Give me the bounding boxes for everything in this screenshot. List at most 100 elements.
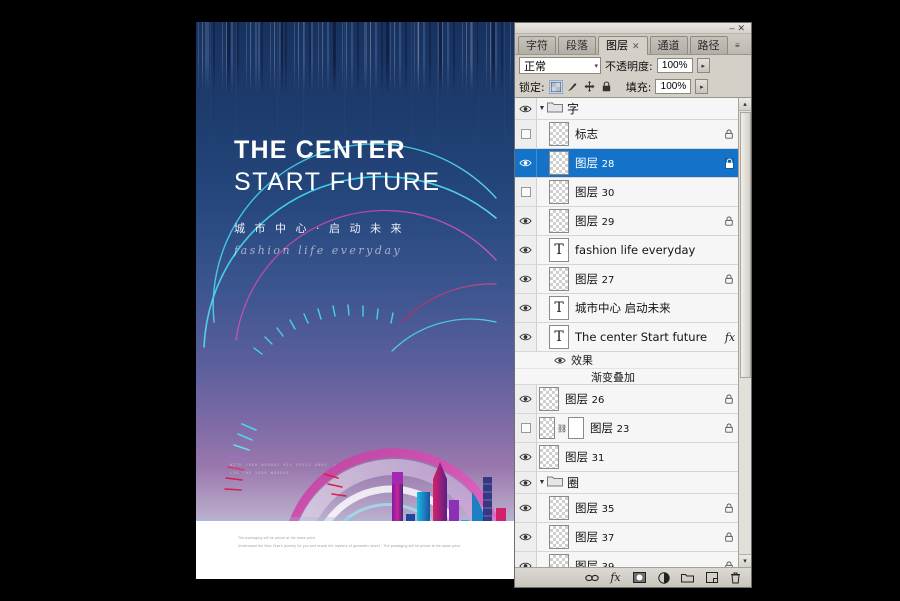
scroll-up-arrow-icon[interactable]: ▴ <box>738 98 751 111</box>
visibility-toggle[interactable] <box>515 385 537 413</box>
layer-group-zi[interactable]: ▼ 字 <box>515 98 738 120</box>
lock-position-icon[interactable] <box>583 80 597 94</box>
chevron-down-icon[interactable]: ▼ <box>537 105 547 112</box>
blend-mode-row[interactable]: 正常 ▾ 不透明度: 100% ▸ <box>515 55 751 76</box>
visibility-toggle[interactable] <box>515 236 537 264</box>
layer-row-27[interactable]: 图层 27 <box>515 265 738 294</box>
type-layer-thumbnail[interactable]: T <box>549 296 569 320</box>
poster-micro-text: WITH YOUR WORDAS HIS FEELS ABOU. / LIK T… <box>230 462 337 478</box>
layer-group-quan[interactable]: ▼ 圈 <box>515 472 738 494</box>
tab-paths[interactable]: 路径 <box>689 36 728 54</box>
tab-close-icon[interactable]: ✕ <box>632 42 640 52</box>
chevron-down-icon[interactable]: ▼ <box>537 479 547 486</box>
scroll-down-arrow-icon[interactable]: ▾ <box>738 554 751 567</box>
layer-name-number: 29 <box>601 217 615 228</box>
link-layers-button[interactable] <box>584 570 599 585</box>
lock-all-icon[interactable] <box>600 80 614 94</box>
visibility-toggle[interactable] <box>515 414 537 442</box>
layer-effects-header-row[interactable]: 效果 <box>515 352 738 369</box>
eye-icon <box>519 333 532 341</box>
layer-row-23[interactable]: ⛓ 图层 23 <box>515 414 738 443</box>
visibility-toggle[interactable] <box>515 323 537 351</box>
layer-effect-gradient-overlay-row[interactable]: 渐变叠加 <box>515 369 738 385</box>
layer-mask-thumbnail[interactable] <box>568 417 584 439</box>
tab-character[interactable]: 字符 <box>518 36 556 54</box>
panel-window-buttons[interactable]: –✕ <box>729 23 748 33</box>
delete-layer-button[interactable] <box>728 570 743 585</box>
tab-channels[interactable]: 通道 <box>649 36 688 54</box>
tab-layers[interactable]: 图层 ✕ <box>598 36 648 55</box>
lock-image-pixels-icon[interactable] <box>566 80 580 94</box>
layer-row-37[interactable]: 图层 37 <box>515 523 738 552</box>
photoshop-layers-panel[interactable]: –✕ 字符 段落 图层 ✕ 通道 路径 ≡ 正常 ▾ 不透明度: 100% ▸ 锁… <box>514 22 752 588</box>
layer-row-30[interactable]: 图层 30 <box>515 178 738 207</box>
lock-row[interactable]: 锁定: 填充: 100% ▸ <box>515 76 751 97</box>
panel-titlebar[interactable]: –✕ <box>515 23 751 34</box>
layer-row-39[interactable]: 图层 39 <box>515 552 738 567</box>
layer-fx-icon[interactable]: fx <box>722 331 738 344</box>
close-icon[interactable]: ✕ <box>737 23 748 33</box>
visibility-toggle[interactable] <box>515 120 537 148</box>
tab-character-label: 字符 <box>526 39 548 52</box>
tab-paragraph[interactable]: 段落 <box>558 36 596 54</box>
add-layer-mask-button[interactable] <box>632 570 647 585</box>
layer-thumbnail[interactable] <box>549 554 569 567</box>
layer-row-35[interactable]: 图层 35 <box>515 494 738 523</box>
panel-tab-bar[interactable]: 字符 段落 图层 ✕ 通道 路径 ≡ <box>515 34 751 55</box>
layer-row-biaozhi[interactable]: 标志 <box>515 120 738 149</box>
opacity-slider-button[interactable]: ▸ <box>696 58 710 73</box>
layer-row-31[interactable]: 图层 31 <box>515 443 738 472</box>
fill-slider-button[interactable]: ▸ <box>695 79 709 94</box>
type-layer-thumbnail[interactable]: T <box>549 238 569 262</box>
layer-list-container[interactable]: ▼ 字 标志 图层 28 图层 30 图层 29 T fashion life … <box>515 97 751 567</box>
visibility-toggle[interactable] <box>515 494 537 522</box>
layer-thumbnail[interactable] <box>549 122 569 146</box>
effects-label: 效果 <box>571 354 593 367</box>
visibility-toggle[interactable] <box>515 265 537 293</box>
type-layer-thumbnail[interactable]: T <box>549 325 569 349</box>
layer-thumbnail[interactable] <box>539 417 555 439</box>
lock-transparent-pixels-icon[interactable] <box>548 79 563 94</box>
layer-panel-bottom-toolbar[interactable]: fx <box>515 567 751 587</box>
visibility-toggle[interactable] <box>515 294 537 322</box>
mask-link-icon[interactable]: ⛓ <box>557 424 567 433</box>
layer-style-fx-button[interactable]: fx <box>608 570 623 585</box>
layer-thumbnail[interactable] <box>549 151 569 175</box>
poster-title-line2: START FUTURE <box>234 168 441 196</box>
visibility-toggle[interactable] <box>515 472 537 493</box>
layer-thumbnail[interactable] <box>549 209 569 233</box>
blend-mode-select[interactable]: 正常 ▾ <box>519 57 601 74</box>
visibility-toggle[interactable] <box>515 98 537 119</box>
layer-thumbnail[interactable] <box>539 387 559 411</box>
layer-thumbnail[interactable] <box>539 445 559 469</box>
layer-row-fashion-life-everyday[interactable]: T fashion life everyday <box>515 236 738 265</box>
layer-list-scrollbar[interactable]: ▴ ▾ <box>738 98 751 567</box>
layer-list[interactable]: ▼ 字 标志 图层 28 图层 30 图层 29 T fashion life … <box>515 98 738 567</box>
visibility-toggle[interactable] <box>515 523 537 551</box>
visibility-toggle[interactable] <box>515 149 537 177</box>
visibility-toggle[interactable] <box>515 443 537 471</box>
layer-row-28[interactable]: 图层 28 <box>515 149 738 178</box>
new-group-button[interactable] <box>680 570 695 585</box>
layer-thumbnail[interactable] <box>549 525 569 549</box>
lock-icon-group[interactable] <box>548 79 614 94</box>
eye-off-icon <box>520 187 531 197</box>
new-layer-button[interactable] <box>704 570 719 585</box>
poster-canvas[interactable]: THE CENTER START FUTURE 城 市 中 心 · 启 动 未 … <box>196 22 514 579</box>
layer-row-29[interactable]: 图层 29 <box>515 207 738 236</box>
effects-visibility-toggle[interactable] <box>515 356 571 365</box>
layer-thumbnail[interactable] <box>549 180 569 204</box>
layer-row-the-center-start-future[interactable]: T The center Start future fx <box>515 323 738 352</box>
opacity-input[interactable]: 100% <box>656 58 693 73</box>
visibility-toggle[interactable] <box>515 178 537 206</box>
layer-row-chengshi-zhongxin[interactable]: T 城市中心 启动未来 <box>515 294 738 323</box>
new-adjustment-layer-button[interactable] <box>656 570 671 585</box>
layer-thumbnail[interactable] <box>549 267 569 291</box>
fill-input[interactable]: 100% <box>655 79 692 94</box>
layer-row-26[interactable]: 图层 26 <box>515 385 738 414</box>
visibility-toggle[interactable] <box>515 207 537 235</box>
scrollbar-thumb[interactable] <box>739 112 751 378</box>
layer-thumbnail[interactable] <box>549 496 569 520</box>
panel-menu-icon[interactable]: ≡ <box>735 40 747 51</box>
visibility-toggle[interactable] <box>515 552 537 567</box>
